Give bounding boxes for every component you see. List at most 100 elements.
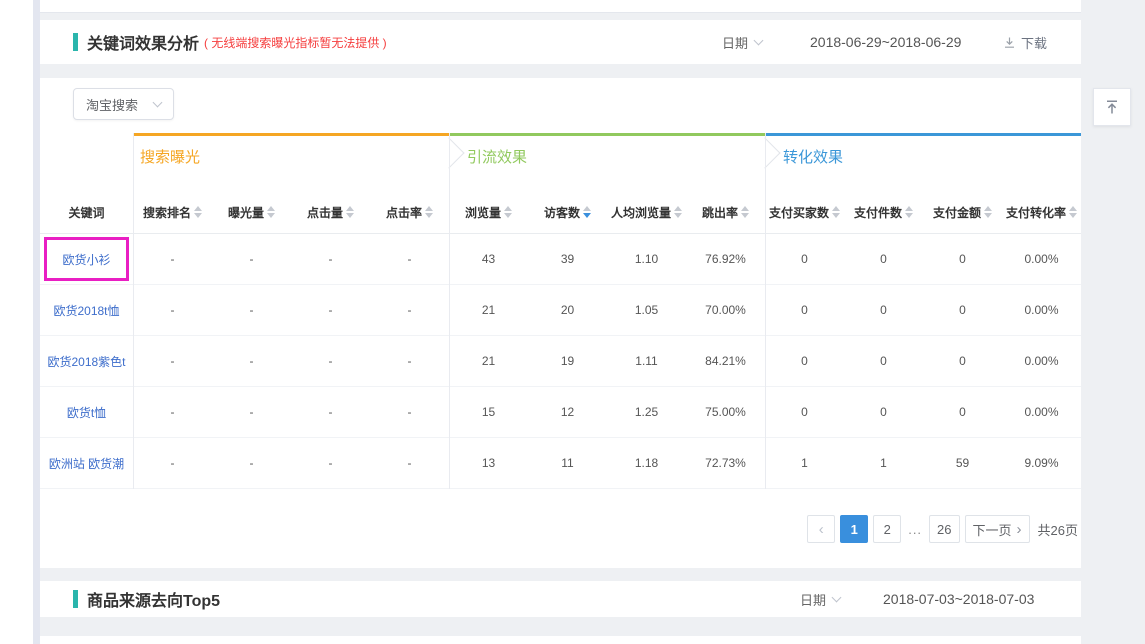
table-cell: 84.21% — [686, 336, 765, 386]
table-cell: - — [291, 234, 370, 284]
keyword-cell: 欧货2018t恤 — [40, 285, 133, 335]
date-filter-label: 日期 — [800, 590, 826, 609]
date-filter[interactable]: 日期 — [722, 20, 762, 64]
table-cell: 76.92% — [686, 234, 765, 284]
table-cell: 21 — [449, 336, 528, 386]
column-header-label: 点击量 — [307, 204, 343, 221]
table-cell: 0 — [765, 234, 844, 284]
table-cell: 12 — [528, 387, 607, 437]
keyword-link[interactable]: 欧货小衫 — [62, 251, 110, 268]
column-header-label: 人均浏览量 — [611, 204, 671, 221]
table-cell: 0 — [844, 285, 923, 335]
table-group-separator — [449, 133, 450, 489]
table-cell: - — [291, 336, 370, 386]
column-header[interactable]: 支付转化率 — [1002, 204, 1081, 221]
sort-caret-icon — [583, 206, 591, 218]
keyword-analysis-title-card: 关键词效果分析 ( 无线端搜索曝光指标暂无法提供 ) 日期 2018-06-29… — [40, 20, 1081, 64]
table-cell: - — [370, 285, 449, 335]
group-label: 引流效果 — [467, 146, 527, 167]
table-cell: 0.00% — [1002, 387, 1081, 437]
column-header[interactable]: 点击量 — [291, 204, 370, 221]
table-cell: 70.00% — [686, 285, 765, 335]
column-header[interactable]: 曝光量 — [212, 204, 291, 221]
table-cell: 1.11 — [607, 336, 686, 386]
table-cell: - — [370, 336, 449, 386]
column-header-label: 支付金额 — [933, 204, 981, 221]
column-header-label: 浏览量 — [465, 204, 501, 221]
date-filter[interactable]: 日期 — [800, 581, 840, 617]
column-header[interactable]: 跳出率 — [686, 204, 765, 221]
back-to-top-icon — [1103, 98, 1121, 116]
table-cell: 0 — [923, 336, 1002, 386]
pagination-next-button[interactable]: 下一页› — [965, 515, 1030, 543]
date-filter-label: 日期 — [722, 33, 748, 52]
channel-select[interactable]: 淘宝搜索 — [73, 88, 174, 120]
table-cell: 0 — [923, 285, 1002, 335]
sort-caret-icon — [194, 206, 202, 218]
table-cell: 21 — [449, 285, 528, 335]
sort-caret-icon — [905, 206, 913, 218]
column-header[interactable]: 支付金额 — [923, 204, 1002, 221]
column-header[interactable]: 浏览量 — [449, 204, 528, 221]
sort-caret-icon — [741, 206, 749, 218]
table-row: 欧货小衫----43391.1076.92%0000.00% — [40, 234, 1081, 285]
table-cell: 20 — [528, 285, 607, 335]
table-cell: - — [212, 285, 291, 335]
table-row: 欧货2018t恤----21201.0570.00%0000.00% — [40, 285, 1081, 336]
column-header[interactable]: 支付买家数 — [765, 204, 844, 221]
column-header[interactable]: 搜索排名 — [133, 204, 212, 221]
sort-caret-icon — [346, 206, 354, 218]
table-body: 欧货小衫----43391.1076.92%0000.00%欧货2018t恤--… — [40, 234, 1081, 489]
table-cell: - — [212, 387, 291, 437]
keyword-link[interactable]: 欧货2018t恤 — [53, 302, 119, 319]
table-cell: 9.09% — [1002, 438, 1081, 488]
table-cell: 0 — [923, 387, 1002, 437]
column-header-keyword: 关键词 — [40, 204, 133, 221]
column-header-label: 支付件数 — [854, 204, 902, 221]
table-cell: 72.73% — [686, 438, 765, 488]
table-cell: 0 — [923, 234, 1002, 284]
table-cell: - — [133, 285, 212, 335]
column-header[interactable]: 访客数 — [528, 204, 607, 221]
section-title: 商品来源去向Top5 — [87, 587, 220, 611]
left-edge-strip — [33, 0, 40, 644]
back-to-top-button[interactable] — [1093, 88, 1131, 126]
keyword-link[interactable]: 欧货2018紫色t — [47, 353, 125, 370]
keyword-link[interactable]: 欧货t恤 — [67, 404, 106, 421]
keyword-link[interactable]: 欧洲站 欧货潮 — [49, 455, 124, 472]
table-cell: - — [133, 234, 212, 284]
table-cell: - — [291, 387, 370, 437]
table-cell: 0 — [765, 285, 844, 335]
column-header[interactable]: 支付件数 — [844, 204, 923, 221]
column-header-label: 曝光量 — [228, 204, 264, 221]
table-cell: - — [133, 336, 212, 386]
column-header[interactable]: 点击率 — [370, 204, 449, 221]
group-color-line — [449, 133, 765, 136]
table-cell: - — [370, 387, 449, 437]
keyword-cell: 欧洲站 欧货潮 — [40, 438, 133, 488]
table-row: 欧洲站 欧货潮----13111.1872.73%11599.09% — [40, 438, 1081, 489]
table-cell: 19 — [528, 336, 607, 386]
section-title: 关键词效果分析 — [87, 30, 199, 54]
date-range-value: 2018-07-03~2018-07-03 — [883, 581, 1034, 617]
chevron-right-icon: › — [1017, 521, 1022, 538]
download-icon — [1003, 36, 1016, 49]
sort-caret-icon — [267, 206, 275, 218]
table-cell: 1.05 — [607, 285, 686, 335]
pagination: ‹12...26下一页›共26页 — [807, 515, 1078, 543]
pagination-page-button[interactable]: 1 — [840, 515, 868, 543]
group-label: 搜索曝光 — [140, 146, 200, 167]
pagination-page-button[interactable]: 2 — [873, 515, 901, 543]
table-cell: - — [291, 285, 370, 335]
pagination-prev-button[interactable]: ‹ — [807, 515, 835, 543]
table-cell: 0.00% — [1002, 336, 1081, 386]
chevron-down-icon — [153, 98, 163, 108]
keyword-table: 关键词搜索排名曝光量 点击量 点击率浏览量 访客数人均浏览量跳出率支付买家数支付件数 支… — [40, 133, 1081, 491]
table-cell: 11 — [528, 438, 607, 488]
pagination-page-button[interactable]: 26 — [929, 515, 959, 543]
column-header[interactable]: 人均浏览量 — [607, 204, 686, 221]
table-cell: - — [133, 438, 212, 488]
sort-caret-icon — [984, 206, 992, 218]
pagination-ellipsis: ... — [906, 522, 924, 537]
download-button[interactable]: 下载 — [1003, 20, 1047, 64]
